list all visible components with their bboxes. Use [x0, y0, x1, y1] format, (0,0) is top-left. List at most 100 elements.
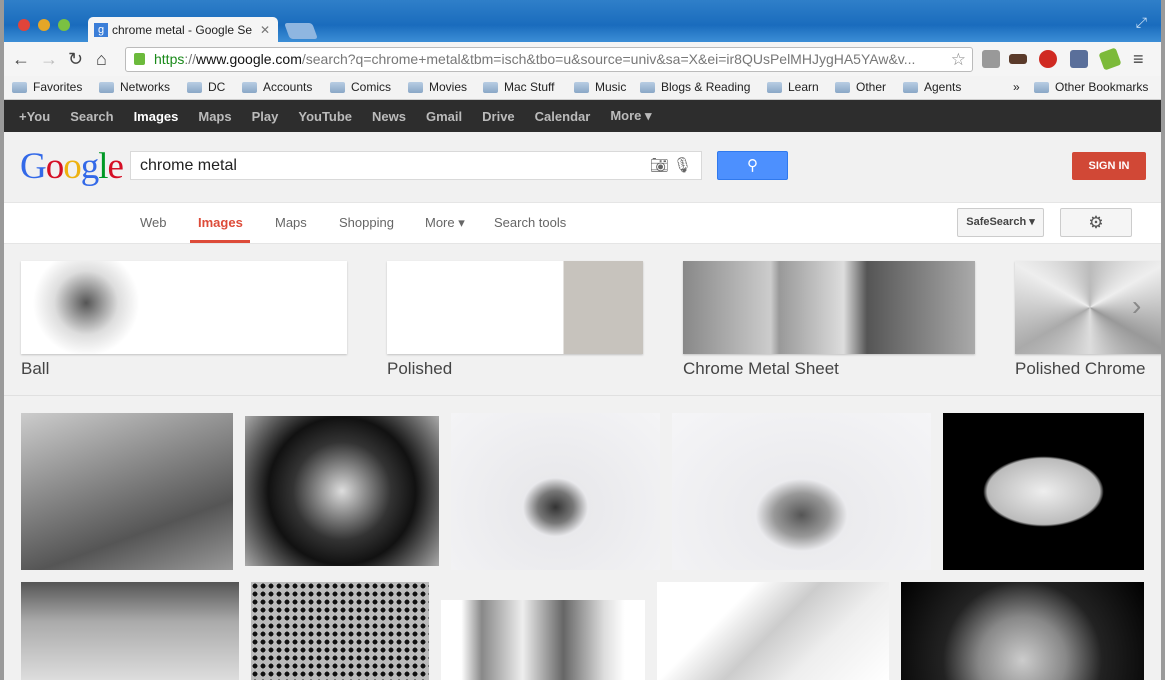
- bookmark-label: Other Bookmarks: [1055, 80, 1149, 94]
- chevron-right-icon[interactable]: ›: [1132, 290, 1141, 322]
- folder-icon: [640, 81, 655, 93]
- related-label-ball[interactable]: Ball: [21, 359, 49, 379]
- bookmark-label: Comics: [351, 80, 392, 94]
- spy-icon[interactable]: [1070, 50, 1088, 68]
- bookmarks-overflow[interactable]: »: [1013, 80, 1020, 94]
- tab-search-tools[interactable]: Search tools: [494, 215, 566, 230]
- image-result[interactable]: [901, 582, 1144, 680]
- other-bookmarks[interactable]: Other Bookmarks: [1034, 80, 1148, 94]
- divider: [4, 395, 1161, 396]
- related-label-polished[interactable]: Polished: [387, 359, 452, 379]
- tab-more[interactable]: More ▾: [425, 215, 465, 231]
- related-label-chrome-metal-sheet[interactable]: Chrome Metal Sheet: [683, 359, 839, 379]
- lock-icon: [134, 53, 145, 65]
- image-result[interactable]: [943, 413, 1144, 570]
- bookmark-label: Other: [856, 80, 887, 94]
- close-tab-icon[interactable]: ✕: [260, 23, 270, 37]
- menu-icon[interactable]: ≡: [1133, 49, 1144, 70]
- bookmark-label: Favorites: [33, 80, 83, 94]
- image-result[interactable]: [245, 416, 439, 566]
- bookmark-label: Agents: [924, 80, 962, 94]
- address-bar[interactable]: https://www.google.com/search?q=chrome+m…: [125, 47, 973, 72]
- bookmark-label: Blogs & Reading: [661, 80, 751, 94]
- folder-icon: [330, 81, 345, 93]
- bookmark-accounts[interactable]: Accounts: [242, 80, 312, 94]
- gbar-calendar[interactable]: Calendar: [535, 109, 591, 124]
- bookmark-learn[interactable]: Learn: [767, 80, 819, 94]
- bookmark-movies[interactable]: Movies: [408, 80, 467, 94]
- url-path: /search?q=chrome+metal&tbm=isch&tbo=u&so…: [301, 51, 916, 67]
- adblock-icon[interactable]: [1039, 50, 1057, 68]
- bookmark-networks[interactable]: Networks: [99, 80, 170, 94]
- bookmark-other[interactable]: Other: [835, 80, 886, 94]
- image-result[interactable]: [441, 600, 645, 680]
- gbar-drive[interactable]: Drive: [482, 109, 515, 124]
- folder-icon: [903, 81, 918, 93]
- related-card-chrome-metal-sheet[interactable]: [683, 261, 975, 354]
- settings-gear-icon[interactable]: ⚙: [1060, 208, 1132, 237]
- tab-shopping[interactable]: Shopping: [339, 215, 394, 230]
- gbar-more[interactable]: More ▾: [610, 108, 651, 124]
- google-favicon-icon: g: [94, 22, 108, 37]
- related-card-ball[interactable]: [21, 261, 347, 354]
- tab-images[interactable]: Images: [198, 215, 243, 230]
- search-input[interactable]: chrome metal 📷︎ 🎙︎: [130, 151, 702, 180]
- zoom-window-button[interactable]: [58, 19, 70, 31]
- gbar-maps[interactable]: Maps: [198, 109, 231, 124]
- search-header: Google chrome metal 📷︎ 🎙︎ ⚲ SIGN IN: [4, 132, 1161, 203]
- minimize-window-button[interactable]: [38, 19, 50, 31]
- folder-icon: [483, 81, 498, 93]
- gbar-youtube[interactable]: YouTube: [298, 109, 352, 124]
- bookmark-label: DC: [208, 80, 226, 94]
- microphone-icon[interactable]: 🎙︎: [673, 152, 692, 179]
- google-logo[interactable]: Google: [20, 145, 124, 188]
- new-tab-button[interactable]: [284, 23, 318, 39]
- google-bar: +You Search Images Maps Play YouTube New…: [4, 100, 1161, 132]
- gbar-images[interactable]: Images: [134, 109, 179, 124]
- bookmark-mac-stuff[interactable]: Mac Stuff: [483, 80, 554, 94]
- folder-icon: [12, 81, 27, 93]
- gbar-gmail[interactable]: Gmail: [426, 109, 462, 124]
- active-tab-underline: [190, 240, 250, 243]
- related-card-polished[interactable]: [387, 261, 643, 354]
- bookmark-favorites[interactable]: Favorites: [12, 80, 82, 94]
- home-icon[interactable]: ⌂: [96, 49, 107, 70]
- image-result[interactable]: [21, 582, 239, 680]
- gbar-news[interactable]: News: [372, 109, 406, 124]
- bookmark-star-icon[interactable]: ☆: [951, 48, 966, 71]
- image-result[interactable]: [451, 413, 660, 570]
- image-result[interactable]: [21, 413, 233, 570]
- gmail-checker-icon[interactable]: [982, 50, 1000, 68]
- forward-arrow-icon[interactable]: →: [40, 49, 58, 70]
- bookmark-label: Music: [595, 80, 627, 94]
- safesearch-button[interactable]: SafeSearch ▾: [957, 208, 1044, 237]
- folder-icon: [99, 81, 114, 93]
- related-label-polished-chrome[interactable]: Polished Chrome: [1015, 359, 1145, 379]
- image-result[interactable]: [672, 413, 931, 570]
- bookmark-dc[interactable]: DC: [187, 80, 225, 94]
- bookmark-blogs-reading[interactable]: Blogs & Reading: [640, 80, 750, 94]
- incognito-mask-icon[interactable]: [1009, 54, 1027, 64]
- reload-icon[interactable]: ↻: [68, 49, 83, 70]
- bookmark-music[interactable]: Music: [574, 80, 626, 94]
- bookmark-comics[interactable]: Comics: [330, 80, 391, 94]
- camera-icon[interactable]: 📷︎: [650, 152, 669, 179]
- gbar-search[interactable]: Search: [70, 109, 113, 124]
- fullscreen-icon[interactable]: ⤢: [1136, 14, 1147, 31]
- bookmark-label: Mac Stuff: [504, 80, 555, 94]
- search-button[interactable]: ⚲: [717, 151, 788, 180]
- sign-in-button[interactable]: SIGN IN: [1072, 152, 1146, 180]
- image-result[interactable]: [657, 582, 889, 680]
- url-domain: www.google.com: [196, 51, 302, 67]
- gbar-you[interactable]: +You: [19, 109, 50, 124]
- tab-web[interactable]: Web: [140, 215, 167, 230]
- back-arrow-icon[interactable]: ←: [12, 49, 30, 70]
- tab-maps[interactable]: Maps: [275, 215, 307, 230]
- evernote-icon[interactable]: [1098, 47, 1122, 71]
- gbar-play[interactable]: Play: [252, 109, 279, 124]
- bookmark-agents[interactable]: Agents: [903, 80, 961, 94]
- browser-tab[interactable]: g chrome metal - Google Se ✕: [88, 17, 278, 42]
- close-window-button[interactable]: [18, 19, 30, 31]
- image-result[interactable]: [251, 582, 429, 680]
- folder-icon: [187, 81, 202, 93]
